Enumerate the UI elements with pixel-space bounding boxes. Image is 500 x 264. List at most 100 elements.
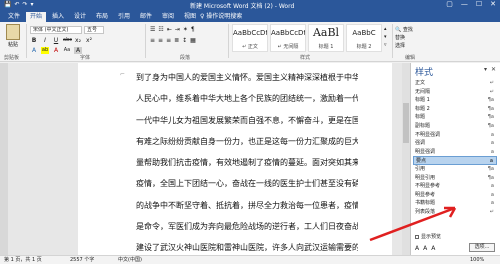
paste-button[interactable]: 粘贴 <box>4 24 22 50</box>
pane-close-icon[interactable]: ✕ <box>491 66 496 73</box>
tab-mailings[interactable]: 邮件 <box>136 12 156 22</box>
borders-button[interactable]: ▦ <box>190 37 196 44</box>
style-list-item[interactable]: 正文 ↵ <box>413 79 497 88</box>
tab-layout[interactable]: 布局 <box>92 12 112 22</box>
select-button[interactable]: 选择 <box>395 42 413 50</box>
gallery-more-icon[interactable]: ▿ <box>384 41 387 49</box>
decrease-indent-button[interactable]: ⇤ <box>167 26 172 33</box>
document-text[interactable]: 到了身为中国人的爱国主义情怀。爱国主义精神深深植根于中华 人民心中，维系着中华大… <box>136 67 358 259</box>
style-item-label: 不明显参考 <box>415 183 441 190</box>
tab-file[interactable]: 文件 <box>4 12 24 22</box>
document-page[interactable]: ⌐ 到了身为中国人的爱国主义情怀。爱国主义精神深深植根于中华 人民心中，维系着中… <box>78 63 392 255</box>
style-no-spacing[interactable]: AaBbCcDt ↵ 无间隔 <box>270 24 306 52</box>
autosave-icon[interactable]: 💾 <box>4 1 11 8</box>
char-shading-button[interactable]: A <box>74 47 82 54</box>
new-style-icon[interactable]: A <box>415 245 419 252</box>
style-list-item[interactable]: 不明显强调 a <box>413 131 497 140</box>
customize-qat-icon[interactable]: ▾ <box>31 1 34 8</box>
minimize-button[interactable]: — <box>461 0 468 8</box>
show-preview-checkbox[interactable]: 显示预览 <box>415 233 441 240</box>
tab-home[interactable]: 开始 <box>26 12 47 22</box>
scrollbar-thumb[interactable] <box>403 103 409 143</box>
undo-icon[interactable]: ↷ <box>23 1 28 8</box>
manage-styles-icon[interactable]: A <box>431 245 435 252</box>
text-line: 疫情，全国上下团结一心，奋战在一线的医生护士们甚至没有硝烟 <box>136 179 358 189</box>
pane-options-icon[interactable]: ▾ <box>484 66 487 73</box>
close-button[interactable]: ✕ <box>490 0 496 8</box>
style-heading-2[interactable]: AaBbC 标题 2 <box>346 24 382 52</box>
superscript-button[interactable]: x² <box>85 37 93 44</box>
style-list-item[interactable]: 明显强调 a <box>413 148 497 157</box>
maximize-button[interactable]: ☐ <box>476 0 482 8</box>
style-item-label: 列表段落 <box>415 208 436 215</box>
style-list-item[interactable]: 明显参考 a <box>413 191 497 200</box>
style-type-icon: ¶a <box>487 165 494 172</box>
style-list-item[interactable]: 列表段落 ↵ <box>413 208 497 217</box>
highlight-button[interactable]: ab <box>41 47 49 54</box>
style-list-item[interactable]: 强调 a <box>413 139 497 148</box>
zoom-level[interactable]: 100% <box>470 256 484 264</box>
justify-button[interactable]: ≣ <box>174 37 179 44</box>
numbering-button[interactable]: ☷ <box>158 26 163 33</box>
save-icon[interactable]: ↶ <box>14 1 19 8</box>
gallery-up-icon[interactable]: ▴ <box>384 25 387 33</box>
align-right-button[interactable]: ≡ <box>166 37 171 44</box>
bullets-button[interactable]: ☰ <box>150 26 155 33</box>
tab-insert[interactable]: 插入 <box>48 12 68 22</box>
group-label-paragraph: 段落 <box>180 55 191 61</box>
line-spacing-button[interactable]: ↕ <box>182 37 187 44</box>
italic-button[interactable]: I <box>41 37 49 44</box>
style-list-item[interactable]: 标题 ¶a <box>413 113 497 122</box>
language[interactable]: 中文(中国) <box>118 256 142 264</box>
ribbon-display-icon[interactable]: ▢ <box>446 0 453 8</box>
style-list-item[interactable]: 书籍标题 a <box>413 199 497 208</box>
page-count[interactable]: 第 1 页，共 1 页 <box>4 256 42 264</box>
align-left-button[interactable]: ≡ <box>150 37 155 44</box>
style-heading-1[interactable]: AaBl 标题 1 <box>308 24 344 52</box>
gallery-down-icon[interactable]: ▾ <box>384 33 387 41</box>
style-list-item[interactable]: 引用 ¶a <box>413 165 497 174</box>
show-marks-button[interactable]: ¶ <box>191 26 195 33</box>
vertical-scrollbar[interactable] <box>402 63 410 255</box>
align-center-button[interactable]: ≡ <box>158 37 163 44</box>
styles-pane-title: 样式 <box>415 68 434 78</box>
style-type-icon: a <box>490 191 494 198</box>
font-name-select[interactable]: 宋体 (中文正文) <box>30 26 82 34</box>
style-type-icon: a <box>490 131 494 138</box>
style-list-item[interactable]: 标题 2 ¶a <box>413 105 497 114</box>
style-list-item[interactable]: 无间隔 ↵ <box>413 88 497 97</box>
font-color-button[interactable]: A <box>52 47 60 54</box>
replace-button[interactable]: 替换 <box>395 34 413 42</box>
style-list-item[interactable]: 标题 1 ¶a <box>413 96 497 105</box>
bold-button[interactable]: B <box>30 37 38 44</box>
style-inspector-icon[interactable]: A <box>423 245 427 252</box>
underline-button[interactable]: U <box>52 37 60 44</box>
style-type-icon: a <box>490 140 494 147</box>
options-button[interactable]: 选项... <box>469 243 495 252</box>
word-count[interactable]: 2557 个字 <box>70 256 94 264</box>
tab-review[interactable]: 审阅 <box>158 12 178 22</box>
tell-me-search[interactable]: ♀ 操作说明搜索 <box>200 12 242 22</box>
font-size-select[interactable]: 五号 <box>84 26 104 34</box>
style-list-item[interactable]: 副标题 ¶a <box>413 122 497 131</box>
style-list-item[interactable]: 要点 a <box>413 156 497 165</box>
tab-design[interactable]: 设计 <box>70 12 90 22</box>
tab-view[interactable]: 视图 <box>180 12 200 22</box>
subscript-button[interactable]: x₂ <box>74 37 82 44</box>
sort-button[interactable]: ✶ <box>183 26 188 33</box>
change-case-button[interactable]: Aa <box>63 47 71 54</box>
style-list-item[interactable]: 明显引用 ¶a <box>413 174 497 183</box>
styles-pane: 样式 ▾ ✕ 正文 ↵ 无间隔 ↵ 标题 1 ¶a 标题 2 ¶a 标题 ¶a 副标题 ¶a 不明显强调… <box>410 63 500 255</box>
style-normal[interactable]: AaBbCcDt ↵ 正文 <box>232 24 268 52</box>
style-list-item[interactable]: 不明显参考 a <box>413 182 497 191</box>
increase-indent-button[interactable]: ⇥ <box>175 26 180 33</box>
editing-group: 🔍 查找 替换 选择 <box>395 26 413 50</box>
strikethrough-button[interactable]: abc <box>63 37 72 44</box>
style-type-icon: a <box>490 183 494 190</box>
find-button[interactable]: 🔍 查找 <box>395 26 413 34</box>
tab-references[interactable]: 引用 <box>114 12 134 22</box>
styles-list: 正文 ↵ 无间隔 ↵ 标题 1 ¶a 标题 2 ¶a 标题 ¶a 副标题 ¶a 不明显强调 a 强调 a 明显强… <box>413 79 497 217</box>
text-effects-button[interactable]: A <box>30 47 38 54</box>
ribbon-home: 粘贴 剪贴板 宋体 (中文正文) 五号 B I U abc x₂ x² A ab… <box>0 22 500 62</box>
text-line: 的战争中不断坚守着、抵抗着，拼尽全力救治每一位患者，疫情就 <box>136 200 358 210</box>
